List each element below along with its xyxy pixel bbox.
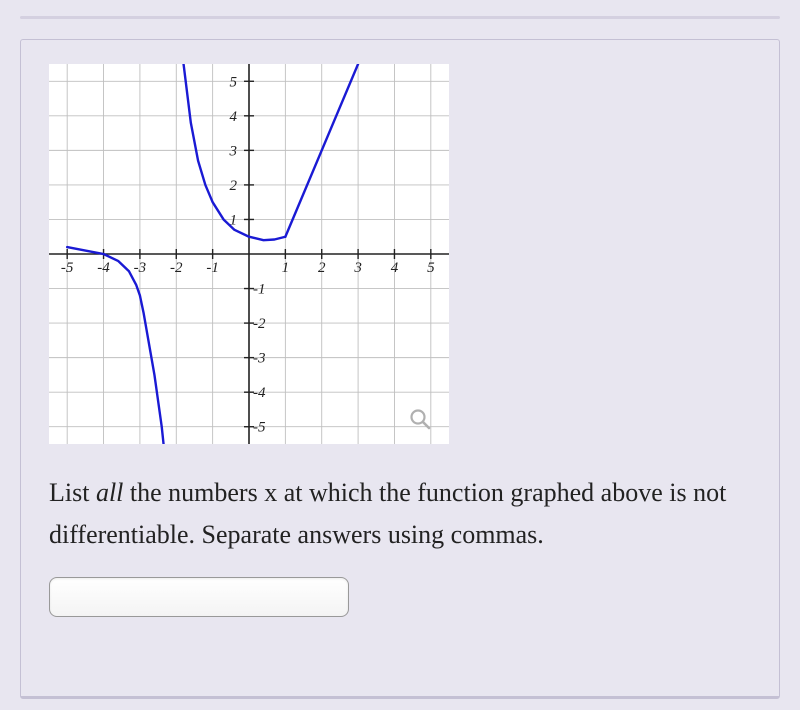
graph-svg: -5-4-3-2-112345-5-4-3-2-112345 — [49, 64, 449, 444]
question-emph: all — [96, 478, 123, 507]
bottom-divider — [21, 696, 779, 698]
svg-text:-3: -3 — [134, 260, 147, 276]
svg-text:2: 2 — [318, 260, 326, 276]
question-rest: the numbers x at which the function grap… — [49, 478, 726, 549]
svg-text:5: 5 — [230, 74, 238, 90]
svg-text:4: 4 — [230, 109, 238, 125]
svg-text:-3: -3 — [253, 351, 266, 367]
question-text: List all the numbers x at which the func… — [49, 472, 751, 555]
question-panel: -5-4-3-2-112345-5-4-3-2-112345 List all … — [20, 39, 780, 699]
svg-text:1: 1 — [282, 260, 290, 276]
svg-text:-5: -5 — [253, 420, 266, 436]
top-divider — [20, 16, 780, 19]
function-graph: -5-4-3-2-112345-5-4-3-2-112345 — [49, 64, 449, 444]
magnify-icon[interactable] — [409, 408, 431, 430]
svg-text:2: 2 — [230, 178, 238, 194]
svg-text:-1: -1 — [206, 260, 219, 276]
svg-text:-4: -4 — [97, 260, 110, 276]
svg-text:-4: -4 — [253, 385, 266, 401]
answer-input[interactable] — [49, 577, 349, 617]
question-prefix: List — [49, 478, 96, 507]
svg-text:-5: -5 — [61, 260, 74, 276]
svg-text:5: 5 — [427, 260, 435, 276]
svg-text:4: 4 — [391, 260, 399, 276]
svg-text:-1: -1 — [253, 282, 266, 298]
svg-text:-2: -2 — [170, 260, 183, 276]
svg-text:-2: -2 — [253, 316, 266, 332]
svg-text:3: 3 — [229, 143, 238, 159]
svg-text:3: 3 — [353, 260, 362, 276]
